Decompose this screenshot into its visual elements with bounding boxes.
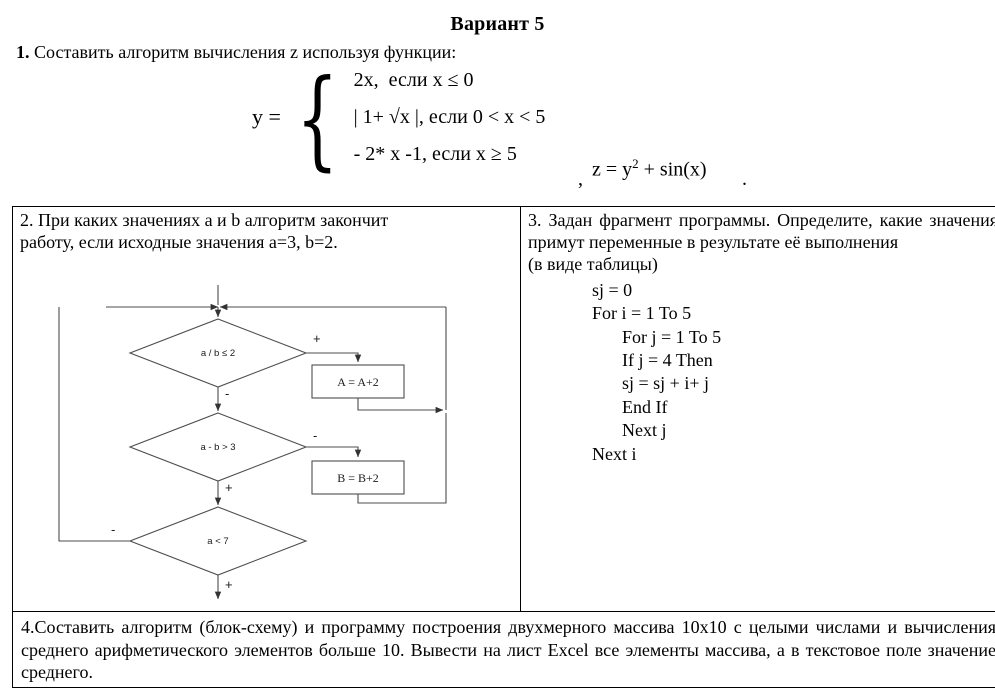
tasks-table: 2. При каких значениях a и b алгоритм за… bbox=[12, 206, 995, 689]
code-line: sj = 0 bbox=[592, 279, 633, 300]
case-3-expr: - 2* x -1, bbox=[353, 142, 427, 165]
z-formula-exponent: 2 bbox=[632, 155, 639, 171]
d3-left-loopback bbox=[58, 307, 130, 542]
z-formula-head: z = y bbox=[592, 158, 633, 181]
case-list: 2x, если x ≤ 0 | 1+ √x |, если 0 < x < 5… bbox=[352, 68, 546, 165]
decision-1-yes-sign: + bbox=[313, 331, 321, 346]
task3-text: 3. Задан фрагмент программы. Определите,… bbox=[528, 210, 995, 252]
decision-2-label: a - b > 3 bbox=[200, 442, 235, 453]
d2-right-line bbox=[306, 446, 362, 458]
decision-1-no-sign: - bbox=[225, 386, 229, 401]
task3-cell: 3. Задан фрагмент программы. Определите,… bbox=[520, 206, 995, 612]
code-line: Next j bbox=[622, 420, 667, 441]
decision-1-label: a / b ≤ 2 bbox=[201, 348, 235, 359]
task1-text: Составить алгоритм вычисления z использу… bbox=[34, 42, 457, 62]
formula-lhs: y = bbox=[252, 104, 281, 130]
code-line: Next i bbox=[592, 443, 637, 464]
task2-flowchart: a / b ≤ 2 + - A = A+2 a - b > 3 - + B = … bbox=[13, 285, 501, 603]
table-row-task-4: 4.Составить алгоритм (блок-схему) и прог… bbox=[12, 610, 995, 689]
formula-trailing-period: . bbox=[742, 167, 747, 190]
case-row-2: | 1+ √x |, если 0 < x < 5 bbox=[353, 105, 546, 128]
code-line: End If bbox=[622, 396, 668, 417]
task2-line2: работу, если исходные значения a=3, b=2. bbox=[20, 231, 338, 252]
process-1-label: A = A+2 bbox=[337, 375, 379, 389]
decision-3-down-sign: + bbox=[225, 577, 233, 592]
z-formula: z = y2 + sin(x) bbox=[592, 156, 707, 182]
task4-text: 4.Составить алгоритм (блок-схему) и прог… bbox=[21, 617, 995, 683]
z-formula-tail: + sin(x) bbox=[643, 158, 707, 181]
process-1-exit bbox=[357, 398, 444, 414]
piecewise-function: y = { 2x, если x ≤ 0 | 1+ √x |, если 0 <… bbox=[252, 57, 546, 183]
task1-number: 1. bbox=[16, 42, 30, 62]
document-page: Вариант 5 1. Составить алгоритм вычислен… bbox=[0, 0, 995, 695]
task3-subtext: (в виде таблицы) bbox=[528, 253, 658, 274]
code-line: If j = 4 Then bbox=[622, 350, 713, 371]
decision-2-right-sign: - bbox=[313, 428, 317, 443]
process-2-label: B = B+2 bbox=[337, 471, 379, 485]
table-row-tasks-2-3: 2. При каких значениях a и b алгоритм за… bbox=[12, 206, 995, 612]
page-title: Вариант 5 bbox=[450, 13, 545, 35]
formula-leading-comma: , bbox=[578, 167, 583, 190]
task3-code-block: sj = 0 For i = 1 To 5 For j = 1 To 5 If … bbox=[592, 279, 995, 466]
d1-yes-line bbox=[306, 352, 362, 363]
code-line: For i = 1 To 5 bbox=[592, 303, 692, 324]
task2-text: 2. При каких значениях a и b алгоритм за… bbox=[20, 210, 514, 254]
task1-formula: y = { 2x, если x ≤ 0 | 1+ √x |, если 0 <… bbox=[0, 64, 995, 214]
case-row-1: 2x, если x ≤ 0 bbox=[353, 68, 546, 91]
case-3-condition: если x ≥ 5 bbox=[431, 142, 517, 165]
task4-cell: 4.Составить алгоритм (блок-схему) и прог… bbox=[12, 610, 995, 689]
code-line: For j = 1 To 5 bbox=[622, 326, 722, 347]
decision-3-left-sign: - bbox=[111, 522, 115, 537]
decision-3-label: a < 7 bbox=[207, 536, 228, 547]
task2-cell: 2. При каких значениях a и b алгоритм за… bbox=[12, 206, 521, 612]
code-line: sj = sj + i+ j bbox=[622, 373, 709, 394]
case-2-expr: | 1+ √x |, bbox=[353, 105, 424, 128]
case-1-expr: 2x, bbox=[353, 68, 379, 91]
case-2-condition: если 0 < x < 5 bbox=[428, 105, 546, 128]
task2-line1: 2. При каких значениях a и b алгоритм за… bbox=[20, 210, 389, 230]
case-1-condition: если x ≤ 0 bbox=[388, 68, 474, 91]
decision-2-down-sign: + bbox=[225, 480, 233, 495]
case-row-3: - 2* x -1, если x ≥ 5 bbox=[353, 142, 546, 165]
task1-heading: 1. Составить алгоритм вычисления z испол… bbox=[0, 34, 995, 64]
